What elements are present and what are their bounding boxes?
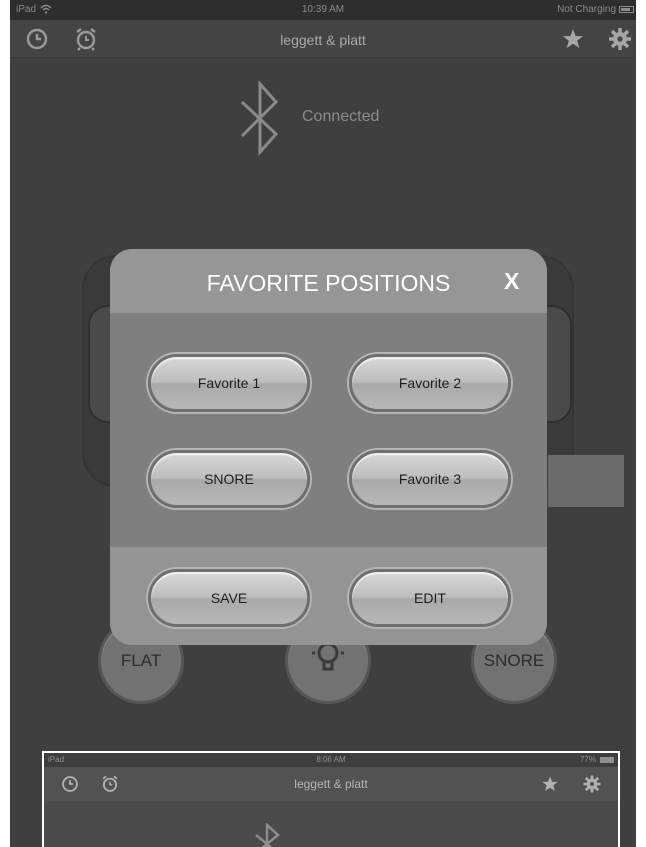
- bluetooth-icon: [240, 80, 279, 156]
- star-icon[interactable]: [560, 26, 586, 52]
- inset-status-time: 8:06 AM: [316, 755, 346, 764]
- top-nav-bar: leggett & platt: [10, 20, 636, 58]
- favorite-2-button[interactable]: Favorite 2: [349, 354, 511, 412]
- app-title: leggett & platt: [280, 32, 366, 48]
- battery-icon: [619, 6, 634, 13]
- favorite-3-button[interactable]: Favorite 3: [349, 450, 511, 508]
- favorite-1-button[interactable]: Favorite 1: [148, 354, 310, 412]
- save-button[interactable]: SAVE: [148, 569, 310, 627]
- favorites-grid: Favorite 1 Favorite 2 SNORE Favorite 3: [110, 313, 547, 547]
- snore-button[interactable]: SNORE: [148, 450, 310, 508]
- inset-bluetooth-icon: [255, 823, 280, 847]
- app-screen: iPad 10:39 AM Not Charging leggett & pla…: [10, 0, 636, 847]
- gear-icon[interactable]: [607, 26, 633, 52]
- modal-footer: SAVE EDIT: [110, 547, 547, 645]
- inset-star-icon: [542, 776, 558, 791]
- modal-header: FAVORITE POSITIONS X: [110, 249, 547, 313]
- inset-gear-icon: [583, 775, 601, 793]
- favorite-positions-modal: FAVORITE POSITIONS X Favorite 1 Favorite…: [110, 249, 547, 645]
- inset-app-title: leggett & platt: [294, 777, 368, 791]
- status-bar: iPad 10:39 AM Not Charging: [10, 0, 636, 20]
- inset-battery-icon: [600, 757, 614, 763]
- secondary-screenshot: iPad 8:06 AM 77% leggett & platt: [42, 751, 620, 847]
- side-tab: [548, 455, 624, 507]
- close-button[interactable]: X: [504, 268, 519, 295]
- status-time: 10:39 AM: [301, 4, 345, 15]
- edit-button[interactable]: EDIT: [349, 569, 511, 627]
- charging-status: Not Charging: [557, 4, 616, 15]
- inset-nav-bar: leggett & platt: [44, 767, 618, 801]
- modal-title: FAVORITE POSITIONS: [206, 270, 451, 296]
- connection-status: Connected: [302, 108, 380, 125]
- inset-status-bar: iPad 8:06 AM 77%: [44, 753, 618, 767]
- inset-battery-level: 77%: [579, 755, 596, 764]
